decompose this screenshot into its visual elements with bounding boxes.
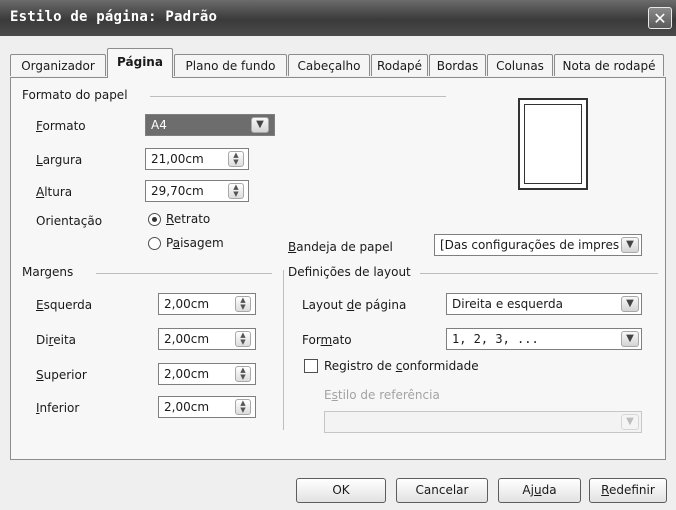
tab-label: Nota de rodapé xyxy=(562,59,656,73)
tab-bordas[interactable]: Bordas xyxy=(429,54,486,76)
tab-pagina[interactable]: Página xyxy=(107,48,173,78)
top-margin-label: Superior xyxy=(36,368,87,382)
section-divider xyxy=(283,270,284,430)
height-value: 29,70cm xyxy=(151,184,204,198)
chevron-down-icon: ▼ xyxy=(621,414,639,430)
chevron-down-icon[interactable]: ▼ xyxy=(621,296,639,312)
spin-updown-icon[interactable]: ▲ ▼ xyxy=(228,183,244,199)
tab-label: Cabeçalho xyxy=(297,59,361,73)
orientation-label: Orientação xyxy=(36,214,103,228)
paper-tray-value: [Das configurações de impres xyxy=(440,238,620,252)
paper-tray-label: Bandeja de papel xyxy=(288,240,393,254)
spin-updown-icon[interactable]: ▲ ▼ xyxy=(235,331,251,347)
section-divider xyxy=(150,96,446,97)
tab-colunas[interactable]: Colunas xyxy=(487,54,553,76)
tab-organizador[interactable]: Organizador xyxy=(10,54,106,76)
tab-label: Colunas xyxy=(496,59,544,73)
spin-updown-icon[interactable]: ▲ ▼ xyxy=(235,366,251,382)
register-true-label: Registro de conformidade xyxy=(324,359,479,373)
page-preview-icon xyxy=(518,98,588,190)
section-title-margins: Margens xyxy=(22,265,78,279)
width-value: 21,00cm xyxy=(151,152,204,166)
section-title-layout: Definições de layout xyxy=(288,265,415,279)
tab-plano-de-fundo[interactable]: Plano de fundo xyxy=(174,54,287,76)
bottom-margin-value: 2,00cm xyxy=(164,400,210,414)
height-label: Altura xyxy=(36,185,73,199)
reset-button[interactable]: Redefinir xyxy=(589,478,667,503)
tab-label: Rodapé xyxy=(376,59,423,73)
right-margin-label: Direita xyxy=(36,333,77,347)
tab-label: Bordas xyxy=(436,59,479,73)
format-label: Formato xyxy=(36,119,86,133)
numbering-format-label: Formato xyxy=(302,333,352,347)
tab-rodape[interactable]: Rodapé xyxy=(371,54,428,76)
ok-button[interactable]: OK xyxy=(296,478,386,503)
width-label: Largura xyxy=(36,153,83,167)
close-button[interactable]: ✕ xyxy=(648,7,672,29)
reference-style-label: Estilo de referência xyxy=(324,388,440,402)
dialog-title: Estilo de página: Padrão xyxy=(10,9,218,25)
tab-label: Plano de fundo xyxy=(185,59,276,73)
page-layout-select[interactable]: Direita e esquerda xyxy=(446,293,642,315)
landscape-label: Paisagem xyxy=(166,236,224,250)
bottom-margin-label: Inferior xyxy=(36,401,80,415)
numbering-format-select[interactable]: 1, 2, 3, ... xyxy=(446,328,642,350)
top-margin-value: 2,00cm xyxy=(164,367,210,381)
tab-label: Página xyxy=(117,55,163,69)
right-margin-value: 2,00cm xyxy=(164,332,210,346)
left-margin-value: 2,00cm xyxy=(164,297,210,311)
section-title-paper-format: Formato do papel xyxy=(22,88,132,102)
page-layout-value: Direita e esquerda xyxy=(452,297,563,311)
chevron-down-icon[interactable]: ▼ xyxy=(251,117,269,133)
section-divider xyxy=(420,273,658,274)
portrait-radio[interactable] xyxy=(148,213,161,226)
title-bar: Estilo de página: Padrão ✕ xyxy=(0,0,676,36)
numbering-format-value: 1, 2, 3, ... xyxy=(452,332,539,346)
tab-label: Organizador xyxy=(21,59,95,73)
tab-nota-de-rodape[interactable]: Nota de rodapé xyxy=(554,54,664,76)
portrait-label: Retrato xyxy=(166,212,211,226)
page-style-dialog: Estilo de página: Padrão ✕ Organizador P… xyxy=(0,0,676,510)
chevron-down-icon[interactable]: ▼ xyxy=(621,237,639,253)
register-true-checkbox[interactable] xyxy=(304,359,318,373)
paper-tray-select[interactable]: [Das configurações de impres xyxy=(434,234,642,256)
section-divider xyxy=(96,273,272,274)
page-layout-label: Layout de página xyxy=(302,298,407,312)
format-value: A4 xyxy=(151,118,167,132)
reference-style-select xyxy=(324,411,642,433)
landscape-radio[interactable] xyxy=(148,237,161,250)
left-margin-label: Esquerda xyxy=(36,298,93,312)
tab-cabecalho[interactable]: Cabeçalho xyxy=(288,54,370,76)
spin-updown-icon[interactable]: ▲ ▼ xyxy=(235,296,251,312)
cancel-button[interactable]: Cancelar xyxy=(396,478,488,503)
close-icon: ✕ xyxy=(653,9,667,28)
spin-updown-icon[interactable]: ▲ ▼ xyxy=(235,399,251,415)
help-button[interactable]: Ajuda xyxy=(498,478,581,503)
spin-updown-icon[interactable]: ▲ ▼ xyxy=(228,151,244,167)
chevron-down-icon[interactable]: ▼ xyxy=(621,331,639,347)
